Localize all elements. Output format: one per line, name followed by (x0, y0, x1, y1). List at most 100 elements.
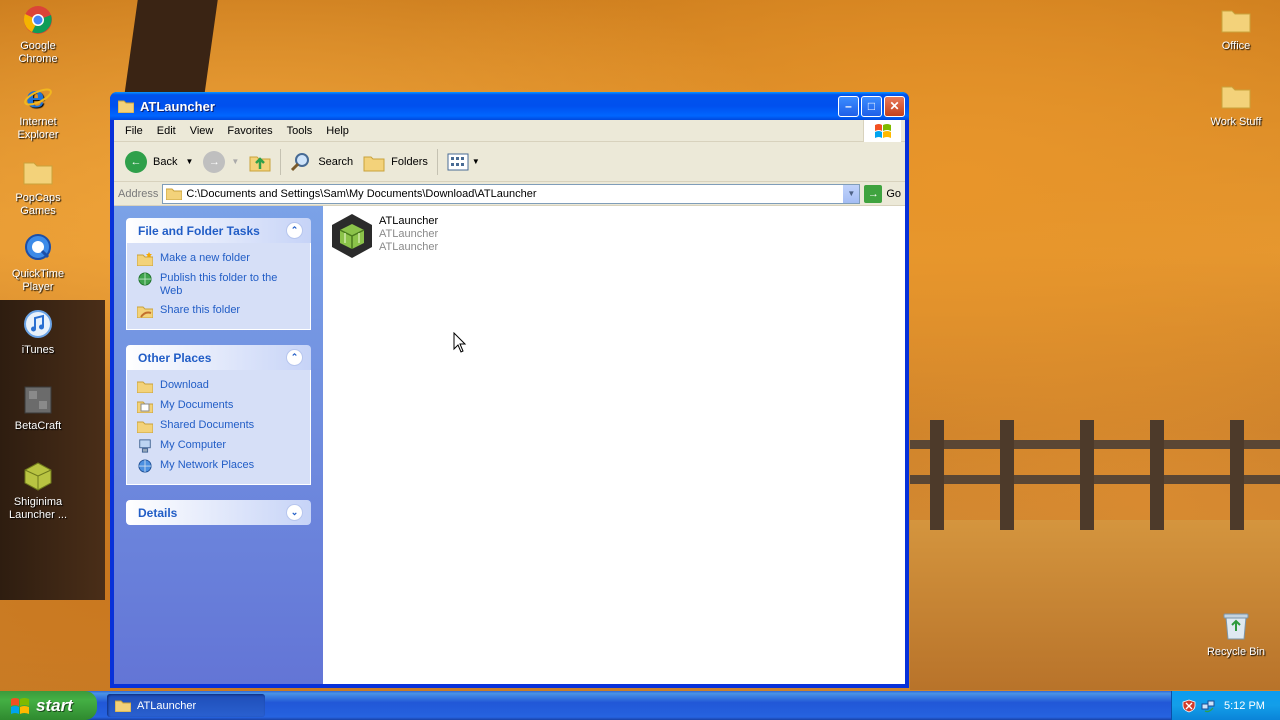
collapse-chevron-icon[interactable]: ⌃ (286, 222, 303, 239)
toolbar: ← Back ▼ → ▼ Search Folders ▼ (114, 142, 905, 182)
folder-icon (137, 421, 153, 433)
desktop-icon-label: BetaCraft (14, 420, 62, 432)
desktop-icon-recycle-bin[interactable]: Recycle Bin (1198, 610, 1274, 659)
toolbar-separator (280, 148, 282, 175)
panel-title: Details (138, 505, 178, 520)
network-places-icon (138, 459, 152, 473)
desktop-icon-label: Shiginima Launcher ... (8, 496, 68, 521)
views-button[interactable]: ▼ (442, 146, 485, 178)
my-computer-icon (139, 439, 151, 453)
go-button[interactable]: → Go (864, 184, 901, 203)
place-my-computer[interactable]: My Computer (137, 436, 300, 456)
desktop-icon-chrome[interactable]: Google Chrome (0, 4, 76, 66)
address-path: C:\Documents and Settings\Sam\My Documen… (186, 187, 537, 200)
folders-icon (363, 156, 385, 171)
menu-favorites[interactable]: Favorites (220, 125, 279, 137)
file-item[interactable]: ATLauncher ATLauncher ATLauncher (329, 212, 438, 260)
menu-edit[interactable]: Edit (150, 125, 183, 137)
task-pane: File and Folder Tasks ⌃ Make a new folde… (114, 206, 323, 684)
desktop-icon-quicktime[interactable]: QuickTime Player (0, 232, 76, 294)
maximize-icon: □ (867, 99, 876, 113)
address-label: Address (118, 187, 159, 200)
chevron-down-icon[interactable]: ▼ (185, 157, 193, 166)
minimize-icon: – (845, 99, 852, 113)
desktop-icon-itunes[interactable]: iTunes (0, 308, 76, 357)
address-input[interactable]: C:\Documents and Settings\Sam\My Documen… (162, 183, 861, 204)
link-label: Make a new folder (160, 252, 250, 264)
back-arrow-icon: ← (125, 150, 147, 173)
menu-tools[interactable]: Tools (280, 125, 320, 137)
desktop-icon-work-stuff[interactable]: Work Stuff (1198, 80, 1274, 129)
panel-header[interactable]: File and Folder Tasks ⌃ (126, 218, 311, 243)
desktop-icon-label: PopCaps Games (15, 192, 61, 217)
search-icon (291, 152, 310, 171)
other-places-panel: Other Places ⌃ Download My Documents Sha… (126, 345, 311, 485)
panel-header[interactable]: Details ⌄ (126, 500, 311, 525)
make-new-folder-link[interactable]: Make a new folder (137, 249, 300, 269)
windows-flag-icon (11, 697, 29, 714)
desktop-icon-label: Internet Explorer (17, 116, 59, 141)
desktop-icon-label: Work Stuff (1210, 116, 1262, 128)
desktop-icon-popcaps-games[interactable]: PopCaps Games (0, 156, 76, 218)
menu-view[interactable]: View (183, 125, 221, 137)
go-arrow-icon: → (864, 184, 883, 203)
folder-icon (22, 156, 54, 188)
desktop-icon-internet-explorer[interactable]: e Internet Explorer (0, 80, 76, 142)
window-titlebar[interactable]: ATLauncher – □ ✕ (110, 92, 909, 120)
my-documents-icon (137, 401, 153, 413)
menu-help[interactable]: Help (319, 125, 356, 137)
network-connection-icon[interactable] (1201, 699, 1215, 713)
panel-header[interactable]: Other Places ⌃ (126, 345, 311, 370)
up-folder-button[interactable] (244, 146, 276, 178)
windows-logo-icon (863, 120, 901, 142)
new-folder-icon (137, 252, 153, 266)
desktop-icon-label: Recycle Bin (1206, 646, 1266, 658)
publish-folder-web-link[interactable]: Publish this folder to the Web (137, 269, 300, 301)
toolbar-separator (436, 148, 438, 175)
chevron-down-icon: ▼ (471, 157, 480, 166)
address-dropdown-button[interactable]: ▼ (843, 184, 860, 203)
folders-button[interactable]: Folders (358, 146, 433, 178)
desktop-icon-shiginima[interactable]: Shiginima Launcher ... (0, 460, 76, 522)
go-label: Go (886, 187, 901, 200)
file-list-area[interactable]: ATLauncher ATLauncher ATLauncher (323, 206, 905, 684)
collapse-chevron-icon[interactable]: ⌃ (286, 349, 303, 366)
betacraft-icon (22, 384, 54, 416)
menu-file[interactable]: File (118, 125, 150, 137)
share-folder-link[interactable]: Share this folder (137, 301, 300, 321)
share-folder-icon (137, 306, 153, 318)
place-download[interactable]: Download (137, 376, 300, 396)
folder-icon (118, 100, 134, 113)
place-my-documents[interactable]: My Documents (137, 396, 300, 416)
folder-icon (1220, 80, 1252, 112)
back-button[interactable]: ← Back ▼ (120, 146, 198, 178)
chevron-down-icon: ▼ (847, 189, 856, 198)
security-alert-icon[interactable] (1182, 699, 1196, 713)
clock[interactable]: 5:12 PM (1224, 700, 1265, 712)
leaf-ground (910, 520, 1280, 690)
minimize-button[interactable]: – (838, 95, 859, 117)
forward-button[interactable]: → ▼ (198, 146, 244, 178)
place-my-network-places[interactable]: My Network Places (137, 456, 300, 476)
close-button[interactable]: ✕ (884, 95, 905, 117)
start-label: start (36, 695, 73, 715)
back-label: Back (153, 155, 178, 168)
panel-title: Other Places (138, 350, 212, 365)
views-icon (447, 153, 469, 170)
search-button[interactable]: Search (285, 146, 358, 178)
expand-chevron-icon[interactable]: ⌄ (286, 504, 303, 521)
desktop-icon-betacraft[interactable]: BetaCraft (0, 384, 76, 433)
folder-icon (115, 700, 131, 712)
desktop-icon-office[interactable]: Office (1198, 4, 1274, 53)
place-shared-documents[interactable]: Shared Documents (137, 416, 300, 436)
forward-arrow-icon: → (203, 150, 226, 173)
file-folder-tasks-panel: File and Folder Tasks ⌃ Make a new folde… (126, 218, 311, 330)
taskbar-item-label: ATLauncher (137, 699, 197, 712)
maximize-button[interactable]: □ (861, 95, 882, 117)
link-label: My Network Places (160, 459, 255, 471)
start-button[interactable]: start (0, 691, 97, 720)
link-label: Publish this folder to the Web (160, 272, 278, 297)
link-label: Shared Documents (160, 419, 255, 431)
taskbar-item-atlauncher[interactable]: ATLauncher (107, 694, 265, 717)
search-label: Search (318, 155, 354, 168)
